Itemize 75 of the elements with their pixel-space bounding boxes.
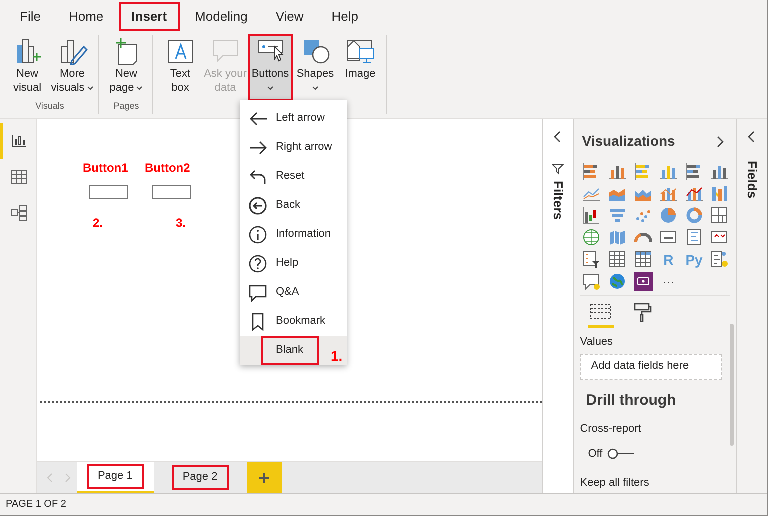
scrollbar-thumb[interactable] — [730, 324, 734, 446]
ribbon-button[interactable]: Shapes — [294, 35, 337, 100]
menu-tab[interactable]: View — [264, 2, 316, 30]
page-tab[interactable]: Page 2 — [162, 462, 239, 493]
step-number: 2. — [92, 215, 103, 232]
chevron-right-icon[interactable] — [716, 136, 724, 148]
ribbon-button[interactable]: Text box — [159, 35, 202, 100]
setting-label: Cross-report — [580, 422, 642, 437]
pane-tab[interactable] — [588, 302, 614, 328]
menu-item[interactable]: Information — [240, 220, 347, 249]
add-page-button[interactable] — [246, 462, 282, 493]
speech-bubble-icon — [248, 282, 268, 302]
menu-item[interactable]: Back — [240, 191, 347, 220]
menu-tab[interactable]: Home — [56, 2, 116, 30]
slicer-icon[interactable] — [582, 250, 602, 269]
menu-tab[interactable]: Help — [320, 2, 371, 30]
back-circle-icon — [248, 196, 268, 216]
menu-item[interactable]: Reset — [240, 162, 347, 191]
pane-title: Filters — [550, 181, 567, 220]
annotation-label: Button1 — [82, 160, 128, 177]
filter-icon — [552, 163, 564, 175]
caret-icon — [136, 86, 144, 90]
blank-button[interactable] — [152, 185, 191, 199]
chevron-left-icon[interactable] — [554, 131, 562, 143]
menu-tab[interactable]: Insert — [120, 2, 180, 30]
speech-bubble-icon[interactable] — [582, 272, 602, 291]
blank-button[interactable] — [88, 185, 128, 199]
more-visuals-button[interactable]: ··· — [659, 272, 678, 291]
help-icon — [248, 254, 268, 274]
ribbon-button[interactable]: New visual — [6, 35, 49, 100]
section-heading: Drill through — [586, 390, 676, 410]
chevron-left-icon[interactable] — [748, 131, 756, 143]
section-label: Values — [580, 335, 614, 350]
table-icon[interactable] — [608, 250, 627, 269]
group-label: Pages — [114, 101, 140, 111]
model-icon — [10, 204, 29, 222]
treemap-icon[interactable] — [710, 206, 730, 225]
group-label: Visuals — [36, 101, 64, 111]
caret-icon — [312, 86, 319, 91]
page-tab[interactable]: Page 1 — [76, 462, 154, 493]
status-text: PAGE 1 OF 2 — [6, 498, 66, 512]
ribbon-button[interactable]: More visuals — [51, 35, 94, 100]
menu-tab[interactable]: File — [8, 2, 53, 30]
toggle-switch[interactable] — [606, 448, 635, 460]
plus-icon — [259, 472, 270, 482]
table-icon — [10, 168, 29, 186]
globe-icon[interactable] — [582, 228, 602, 247]
menu-item[interactable]: Bookmark — [240, 307, 347, 336]
fields-well-icon — [588, 302, 614, 322]
menu-item[interactable]: Help — [240, 249, 347, 278]
menu-item[interactable]: Q&A — [240, 278, 347, 307]
filled-map-icon[interactable] — [608, 228, 627, 247]
matrix-icon[interactable] — [634, 250, 652, 269]
globe-icon[interactable] — [608, 272, 627, 291]
drop-field[interactable]: Add data fields here — [580, 354, 722, 380]
menu-item[interactable]: Right arrow — [240, 133, 347, 162]
menu-tab[interactable]: Modeling — [183, 2, 260, 30]
annotation-label: Button2 — [144, 160, 190, 177]
ribbon-button[interactable]: Buttons — [249, 35, 292, 100]
toggle-label: Off — [588, 446, 603, 462]
menu-item[interactable]: Left arrow — [240, 104, 347, 133]
key-influencers-icon[interactable] — [710, 250, 730, 269]
ribbon-button[interactable]: Image — [339, 35, 382, 100]
setting-label: Keep all filters — [580, 476, 650, 491]
app-tile-icon[interactable] — [634, 272, 652, 291]
ribbon-button[interactable]: New page — [105, 35, 148, 100]
info-icon — [248, 224, 268, 244]
waterfall-chart-icon[interactable] — [582, 206, 602, 225]
multi-row-card-icon[interactable] — [684, 228, 704, 247]
pane-title: Fields — [744, 161, 761, 199]
caret-icon — [267, 86, 274, 91]
step-number: 3. — [176, 215, 186, 232]
step-number: 1. — [331, 349, 343, 363]
pane-title: Visualizations — [582, 132, 676, 151]
caret-icon — [86, 86, 94, 90]
